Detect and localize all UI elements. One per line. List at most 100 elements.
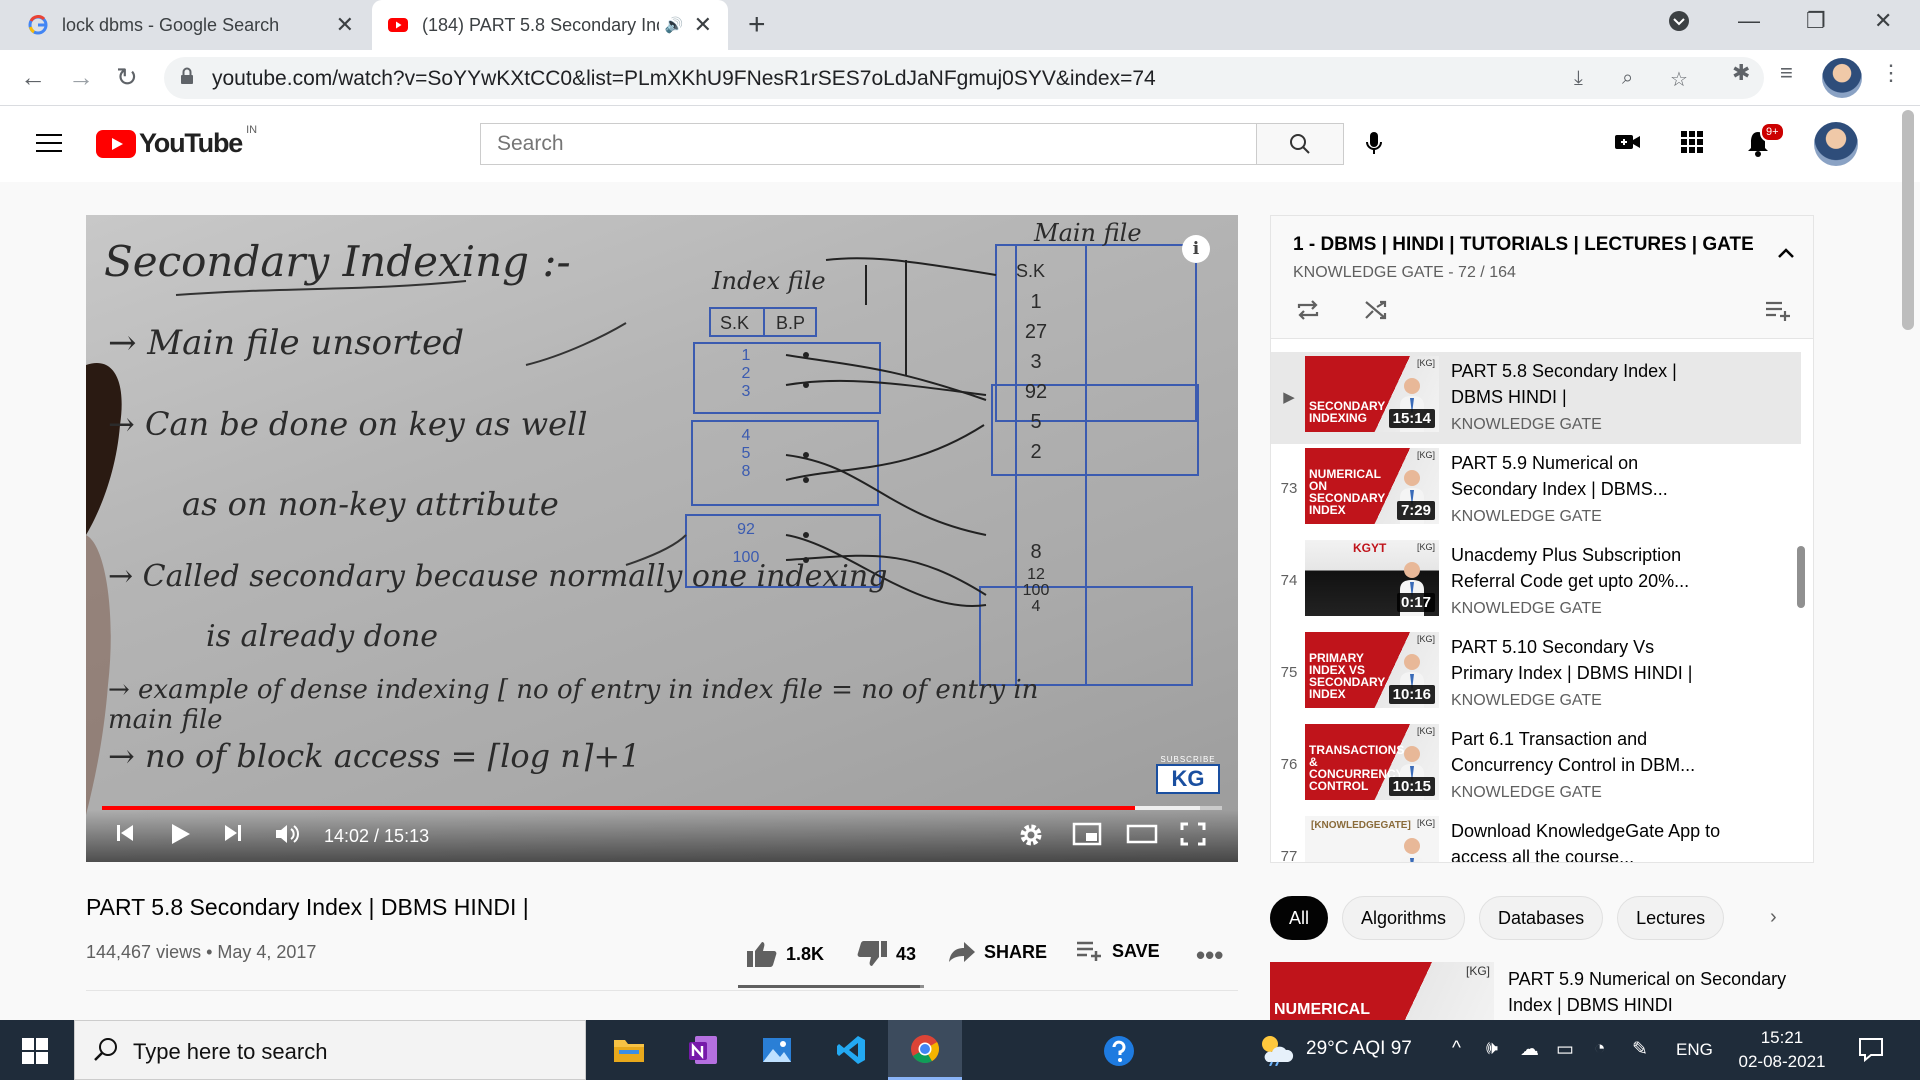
- bookmark-star-icon[interactable]: ☆: [1670, 67, 1688, 92]
- playlist-item-thumbnail[interactable]: [KG] TRANSACTIONS & CONCURRENCY CONTROL 10…: [1305, 724, 1439, 800]
- info-icon[interactable]: i: [1182, 235, 1210, 263]
- previous-icon[interactable]: [114, 822, 136, 849]
- language-indicator[interactable]: ENG: [1676, 1040, 1713, 1060]
- file-explorer-icon[interactable]: [592, 1020, 666, 1080]
- shuffle-icon[interactable]: [1363, 298, 1389, 327]
- audio-playing-icon[interactable]: 🔊: [665, 16, 684, 34]
- voice-search-mic-icon[interactable]: [1364, 130, 1384, 163]
- close-icon[interactable]: ✕: [694, 12, 712, 38]
- share-button[interactable]: SHARE: [948, 940, 1047, 964]
- chrome-icon[interactable]: [888, 1020, 962, 1080]
- subscribe-watermark[interactable]: SUBSCRIBE KG: [1156, 755, 1220, 799]
- playlist-save-icon[interactable]: [1765, 300, 1793, 327]
- weather-text[interactable]: 29°C AQI 97: [1306, 1038, 1412, 1060]
- next-icon[interactable]: [222, 822, 244, 849]
- wifi-icon[interactable]: ◔: [1594, 1038, 1605, 1060]
- playlist-item-thumbnail[interactable]: [KG] KGYT 0:17: [1305, 540, 1439, 616]
- video-player[interactable]: Secondary Indexing :- → Main file unsort…: [86, 215, 1238, 862]
- playlist-item-thumbnail[interactable]: [KG] [KNOWLEDGEGATE]: [1305, 816, 1439, 862]
- tab-youtube-video[interactable]: (184) PART 5.8 Secondary Ind 🔊 ✕: [372, 0, 728, 50]
- playlist-item-title[interactable]: PART 5.8 Secondary Index | DBMS HINDI |: [1451, 358, 1721, 410]
- playlist-item[interactable]: 76 [KG] TRANSACTIONS & CONCURRENCY CONTROL…: [1271, 720, 1801, 812]
- onenote-icon[interactable]: [666, 1020, 740, 1080]
- more-actions-icon[interactable]: •••: [1196, 940, 1223, 971]
- loop-playlist-icon[interactable]: [1295, 298, 1321, 327]
- like-button[interactable]: 1.8K: [746, 940, 824, 968]
- chip-lectures[interactable]: Lectures: [1617, 896, 1725, 940]
- playlist-item-title[interactable]: PART 5.10 Secondary Vs Primary Index | D…: [1451, 634, 1721, 686]
- close-icon[interactable]: ✕: [336, 12, 354, 38]
- chevron-right-icon[interactable]: ›: [1770, 906, 1777, 929]
- playlist-item-thumbnail[interactable]: [KG] NUMERICAL ON SECONDARY INDEX 7:29: [1305, 448, 1439, 524]
- playlist-item-channel[interactable]: KNOWLEDGE GATE: [1451, 784, 1602, 802]
- tray-chevron-up-icon[interactable]: ^: [1452, 1038, 1461, 1060]
- new-tab-button[interactable]: +: [748, 8, 766, 42]
- theater-mode-icon[interactable]: [1126, 822, 1158, 851]
- playlist-item-title[interactable]: Part 6.1 Transaction and Concurrency Con…: [1451, 726, 1721, 778]
- search-button[interactable]: [1256, 123, 1344, 165]
- playlist-item[interactable]: 74 [KG] KGYT 0:17 Unacdemy Plus Subscription…: [1271, 536, 1801, 628]
- battery-icon[interactable]: ▭: [1556, 1038, 1574, 1061]
- playlist-item-title[interactable]: PART 5.9 Numerical on Secondary Index | …: [1451, 450, 1721, 502]
- collapse-chevron-up-icon[interactable]: [1777, 246, 1795, 264]
- close-window-button[interactable]: ✕: [1874, 8, 1892, 34]
- playlist-item-channel[interactable]: KNOWLEDGE GATE: [1451, 508, 1602, 526]
- playlist-scrollbar[interactable]: [1797, 546, 1805, 608]
- chip-all[interactable]: All: [1270, 896, 1329, 940]
- vscode-icon[interactable]: [814, 1020, 888, 1080]
- playlist-item[interactable]: 73 [KG] NUMERICAL ON SECONDARY INDEX 7:29 PA…: [1271, 444, 1801, 536]
- taskbar-clock[interactable]: 15:21 02-08-2021: [1732, 1026, 1832, 1074]
- playlist-subtitle[interactable]: KNOWLEDGE GATE - 72 / 164: [1293, 264, 1516, 282]
- browser-profile-avatar[interactable]: [1822, 58, 1862, 98]
- playlist-item[interactable]: 75 [KG] PRIMARY INDEX VS SECONDARY INDEX 10…: [1271, 628, 1801, 720]
- extensions-puzzle-icon[interactable]: ✱: [1732, 60, 1750, 86]
- chip-algorithms[interactable]: Algorithms: [1342, 896, 1466, 940]
- speaker-icon[interactable]: 🕪: [1486, 1038, 1498, 1060]
- playlist-title[interactable]: 1 - DBMS | HINDI | TUTORIALS | LECTURES …: [1293, 234, 1753, 256]
- search-input[interactable]: [481, 124, 1257, 164]
- youtube-logo[interactable]: YouTube IN: [96, 124, 257, 159]
- settings-gear-icon[interactable]: [1018, 822, 1044, 853]
- tab-search-icon[interactable]: [1668, 10, 1690, 38]
- back-arrow-icon[interactable]: ←: [20, 62, 46, 93]
- progress-bar[interactable]: [102, 806, 1222, 810]
- playlist-item-channel[interactable]: KNOWLEDGE GATE: [1451, 692, 1602, 710]
- weather-icon[interactable]: [1258, 1032, 1294, 1072]
- user-avatar[interactable]: [1814, 122, 1858, 166]
- playlist-item[interactable]: 77 [KG] [KNOWLEDGEGATE] Download KnowledgeG…: [1271, 812, 1801, 862]
- forward-arrow-icon[interactable]: →: [68, 62, 94, 93]
- page-scrollbar[interactable]: [1902, 110, 1914, 330]
- chrome-menu-icon[interactable]: ⋮: [1880, 60, 1902, 86]
- playlist-item-thumbnail[interactable]: [KG] PRIMARY INDEX VS SECONDARY INDEX 10:1…: [1305, 632, 1439, 708]
- play-icon[interactable]: [168, 822, 192, 851]
- playlist-item[interactable]: ▶ [KG] SECONDARY INDEXING 15:14 PART 5.8 Sec…: [1271, 352, 1801, 444]
- help-icon[interactable]: [1102, 1034, 1136, 1074]
- omnibox[interactable]: youtube.com/watch?v=SoYYwKXtCC0&list=PLm…: [164, 57, 1764, 99]
- restore-button[interactable]: ❐: [1806, 8, 1826, 34]
- miniplayer-icon[interactable]: [1072, 822, 1102, 851]
- playlist-item-title[interactable]: Unacdemy Plus Subscription Referral Code…: [1451, 542, 1721, 594]
- dislike-button[interactable]: 43: [856, 940, 916, 968]
- onedrive-cloud-icon[interactable]: ☁: [1520, 1038, 1539, 1061]
- minimize-button[interactable]: —: [1738, 8, 1760, 34]
- photos-icon[interactable]: [740, 1020, 814, 1080]
- recommended-thumbnail[interactable]: NUMERICAL [KG]: [1270, 962, 1494, 1022]
- playlist-item-channel[interactable]: KNOWLEDGE GATE: [1451, 416, 1602, 434]
- taskbar-search-box[interactable]: Type here to search: [74, 1020, 586, 1080]
- tab-google-search[interactable]: lock dbms - Google Search ✕: [12, 0, 370, 50]
- pen-icon[interactable]: ✎: [1632, 1038, 1648, 1061]
- zoom-icon[interactable]: ⌕: [1622, 67, 1633, 90]
- playlist-item-thumbnail[interactable]: [KG] SECONDARY INDEXING 15:14: [1305, 356, 1439, 432]
- install-app-icon[interactable]: ⤓: [1574, 67, 1583, 90]
- menu-hamburger-icon[interactable]: [36, 134, 62, 154]
- apps-grid-icon[interactable]: [1680, 130, 1704, 159]
- recommended-video[interactable]: NUMERICAL [KG] PART 5.9 Numerical on Sec…: [1270, 962, 1814, 1022]
- windows-start-icon[interactable]: [22, 1038, 48, 1064]
- chip-databases[interactable]: Databases: [1479, 896, 1604, 940]
- create-video-icon[interactable]: [1614, 130, 1642, 159]
- action-center-icon[interactable]: [1858, 1036, 1884, 1068]
- media-control-icon[interactable]: ≡: [1780, 60, 1793, 86]
- url-text[interactable]: youtube.com/watch?v=SoYYwKXtCC0&list=PLm…: [212, 67, 1156, 91]
- reload-icon[interactable]: ↻: [116, 62, 138, 93]
- save-button[interactable]: SAVE: [1076, 940, 1160, 962]
